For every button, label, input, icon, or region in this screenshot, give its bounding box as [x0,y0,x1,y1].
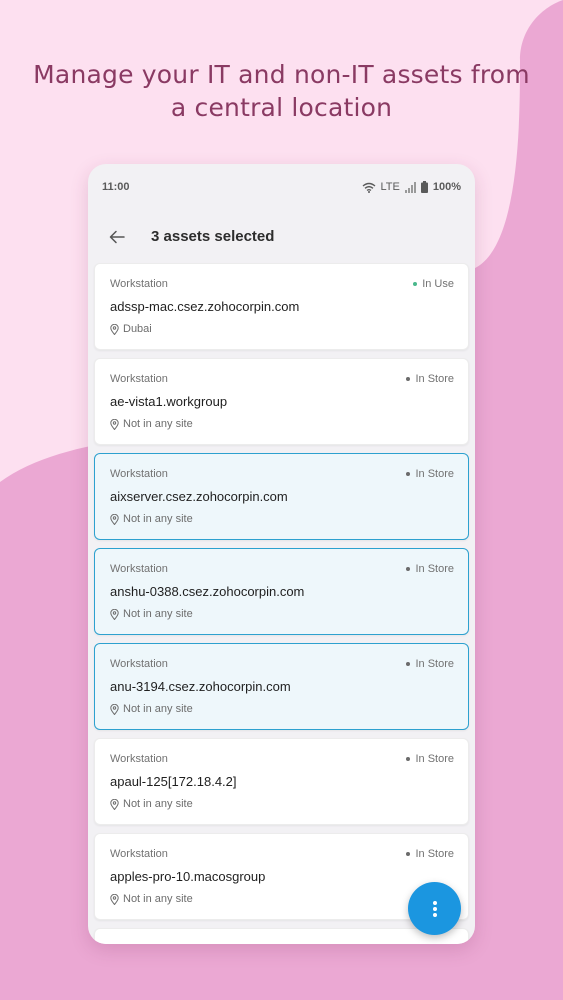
headline-line-2: a central location [170,93,393,122]
status-badge: In Store [406,468,454,480]
asset-location: Not in any site [110,703,193,715]
asset-card[interactable]: Workstation In Store ae-vista1.workgroup No… [94,358,469,445]
headline-line-1: Manage your IT and non-IT assets from [33,60,530,89]
asset-list: Workstation In Use adssp-mac.csez.zohocorp… [94,263,469,944]
asset-card[interactable] [94,928,469,944]
asset-name: apaul-125[172.18.4.2] [110,774,237,789]
location-label: Not in any site [123,608,193,620]
location-pin-icon [110,418,119,430]
status-badge: In Store [406,753,454,765]
network-label: LTE [380,181,400,193]
asset-name: apples-pro-10.macosgroup [110,869,266,884]
asset-location: Not in any site [110,608,193,620]
location-pin-icon [110,323,119,335]
status-label: In Store [415,563,454,575]
location-label: Not in any site [123,798,193,810]
status-badge: In Store [406,848,454,860]
battery-level: 100% [432,181,461,193]
asset-card[interactable]: Workstation In Store anshu-0388.csez.zohoc… [94,548,469,635]
asset-type: Workstation [110,373,168,385]
status-dot-icon [406,377,411,381]
asset-name: adssp-mac.csez.zohocorpin.com [110,299,300,314]
asset-name: anu-3194.csez.zohocorpin.com [110,679,291,694]
location-pin-icon [110,798,119,810]
status-label: In Store [415,468,454,480]
location-pin-icon [110,608,119,620]
status-dot-icon [406,852,411,856]
app-bar: 3 assets selected [88,220,475,254]
asset-name: ae-vista1.workgroup [110,394,228,409]
asset-type: Workstation [110,658,168,670]
arrow-left-icon[interactable] [108,228,126,246]
status-label: In Store [415,373,454,385]
location-pin-icon [110,513,119,525]
asset-location: Not in any site [110,798,193,810]
asset-card[interactable]: Workstation In Store anu-3194.csez.zohocor… [94,643,469,730]
battery-icon [420,181,428,193]
status-dot-icon [406,662,411,666]
asset-name: aixserver.csez.zohocorpin.com [110,489,288,504]
asset-name: anshu-0388.csez.zohocorpin.com [110,584,305,599]
status-label: In Store [415,753,454,765]
headline: Manage your IT and non-IT assets from a … [0,58,563,124]
location-label: Dubai [123,323,152,335]
asset-card[interactable]: Workstation In Use adssp-mac.csez.zohocorp… [94,263,469,350]
status-badge: In Store [406,373,454,385]
status-label: In Store [415,658,454,670]
signal-icon [404,181,416,193]
location-label: Not in any site [123,893,193,905]
status-badge: In Store [406,563,454,575]
page-title: 3 assets selected [151,228,275,245]
phone-frame: 11:00 LTE 100% 3 assets selected Worksta… [88,164,475,944]
location-pin-icon [110,703,119,715]
status-dot-icon [406,757,411,761]
status-badge: In Store [406,658,454,670]
status-badge: In Use [413,278,454,290]
status-icons: LTE 100% [362,181,461,193]
status-time: 11:00 [102,181,130,193]
status-bar: 11:00 LTE 100% [88,178,475,196]
status-dot-icon [406,567,411,571]
asset-card[interactable]: Workstation In Store apaul-125[172.18.4.2]… [94,738,469,825]
asset-type: Workstation [110,278,168,290]
location-label: Not in any site [123,418,193,430]
status-label: In Use [422,278,454,290]
location-pin-icon [110,893,119,905]
location-label: Not in any site [123,703,193,715]
asset-type: Workstation [110,848,168,860]
asset-type: Workstation [110,468,168,480]
location-label: Not in any site [123,513,193,525]
asset-location: Not in any site [110,893,193,905]
status-label: In Store [415,848,454,860]
more-vertical-icon [432,900,437,917]
status-dot-icon [413,282,418,286]
asset-type: Workstation [110,563,168,575]
asset-location: Dubai [110,323,152,335]
asset-location: Not in any site [110,418,193,430]
wifi-icon [362,182,375,193]
asset-location: Not in any site [110,513,193,525]
status-dot-icon [406,472,411,476]
asset-type: Workstation [110,753,168,765]
more-options-fab[interactable] [408,882,461,935]
asset-card[interactable]: Workstation In Store aixserver.csez.zohoco… [94,453,469,540]
